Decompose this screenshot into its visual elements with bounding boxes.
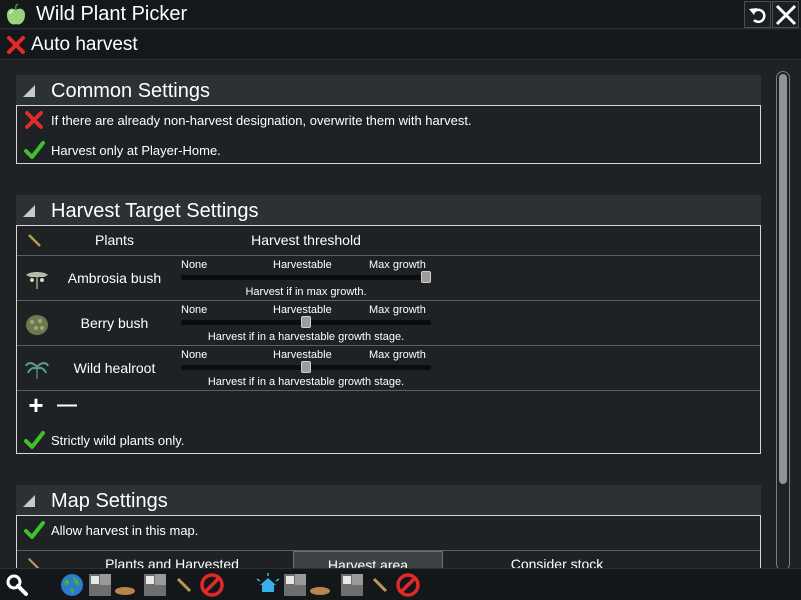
tab-plants-and-harvested[interactable]: Plants and Harvested (57, 556, 287, 568)
harvest-knife-icon[interactable] (368, 573, 392, 597)
threshold-column-header: Harvest threshold (251, 232, 361, 248)
red-x-icon (25, 111, 43, 129)
option-label: Strictly wild plants only. (51, 432, 185, 448)
map-area-icon[interactable] (340, 573, 364, 597)
option-label: Harvest only at Player-Home. (51, 142, 221, 158)
apple-icon (7, 3, 25, 25)
option-label: If there are already non-harvest designa… (51, 112, 472, 128)
slider-thumb[interactable] (421, 271, 431, 283)
common-settings-box: If there are already non-harvest designa… (16, 105, 761, 164)
close-icon (775, 4, 796, 25)
undo-icon (748, 7, 766, 23)
berry-bush-icon (26, 315, 48, 335)
common-settings-header[interactable]: Common Settings (16, 75, 761, 105)
tick-none: None (181, 349, 208, 361)
undo-button[interactable] (744, 1, 771, 28)
plant-row-ambrosia: Ambrosia bush None Harvestable Max growt… (17, 256, 760, 301)
auto-harvest-bar: Auto harvest (0, 30, 801, 60)
harvest-target-header[interactable]: Harvest Target Settings (16, 195, 761, 225)
tick-max-growth: Max growth (369, 259, 426, 271)
harvest-knife-icon (27, 557, 40, 568)
red-x-icon[interactable] (6, 35, 26, 55)
slider-track[interactable] (181, 275, 431, 280)
collapse-triangle-icon (23, 205, 35, 217)
healroot-icon (25, 362, 49, 379)
plant-name: Wild healroot (73, 360, 156, 376)
map-settings-header[interactable]: Map Settings (16, 485, 761, 515)
map-area-icon[interactable] (143, 573, 167, 597)
slider-ticks: None Harvestable Max growth (181, 259, 431, 272)
add-plant-button[interactable]: + (25, 392, 47, 418)
remove-plant-button[interactable]: — (55, 394, 79, 416)
plant-name: Ambrosia bush (67, 270, 162, 286)
tick-none: None (181, 304, 208, 316)
tick-harvestable: Harvestable (273, 304, 332, 316)
green-check-icon (24, 431, 45, 449)
search-icon[interactable] (5, 573, 29, 597)
title-bar: Wild Plant Picker (0, 0, 801, 29)
close-button[interactable] (772, 1, 799, 28)
player-home-only-option[interactable]: Harvest only at Player-Home. (23, 139, 221, 161)
option-label: Allow harvest in this map. (51, 522, 199, 538)
tick-max-growth: Max growth (369, 349, 426, 361)
collapse-triangle-icon (23, 495, 35, 507)
section-title: Map Settings (51, 490, 168, 512)
auto-harvest-label: Auto harvest (31, 34, 138, 55)
ambrosia-bush-icon (26, 272, 48, 289)
map-settings-box: Allow harvest in this map. Plants and Ha… (16, 515, 761, 568)
scrollbar[interactable] (776, 71, 790, 568)
harvest-target-box: Plants Harvest threshold Ambrosia bush N… (16, 225, 761, 454)
threshold-description: Harvest if in a harvestable growth stage… (207, 376, 405, 388)
collapse-triangle-icon (23, 85, 35, 97)
forbid-icon[interactable] (396, 573, 420, 597)
forbid-icon[interactable] (200, 573, 224, 597)
tick-harvestable: Harvestable (273, 259, 332, 271)
tick-max-growth: Max growth (369, 304, 426, 316)
tick-harvestable: Harvestable (273, 349, 332, 361)
slider-thumb[interactable] (301, 316, 311, 328)
tab-consider-stock[interactable]: Consider stock (447, 556, 667, 568)
tick-none: None (181, 259, 208, 271)
harvest-knife-icon[interactable] (172, 573, 196, 597)
bottom-toolbar (0, 568, 801, 600)
bread-icon[interactable] (308, 573, 332, 597)
tab-harvest-area[interactable]: Harvest area (293, 551, 443, 568)
section-title: Harvest Target Settings (51, 200, 259, 222)
map-area-icon[interactable] (283, 573, 307, 597)
map-tabs: Plants and Harvested Harvest area Consid… (17, 551, 760, 568)
threshold-slider[interactable]: None Harvestable Max growth Harvest if i… (181, 301, 431, 346)
plant-row-healroot: Wild healroot None Harvestable Max growt… (17, 346, 760, 391)
green-check-icon (24, 141, 45, 159)
scrollbar-thumb[interactable] (779, 74, 787, 484)
bread-icon[interactable] (113, 573, 137, 597)
threshold-slider[interactable]: None Harvestable Max growth Harvest if i… (181, 346, 431, 391)
settings-panel: Common Settings If there are already non… (0, 61, 801, 568)
globe-icon[interactable] (60, 573, 84, 597)
slider-thumb[interactable] (301, 361, 311, 373)
overwrite-designation-option[interactable]: If there are already non-harvest designa… (23, 109, 472, 131)
section-title: Common Settings (51, 80, 210, 102)
green-check-icon (24, 521, 45, 539)
map-area-icon[interactable] (88, 573, 112, 597)
wild-only-option[interactable]: Strictly wild plants only. (23, 429, 184, 451)
threshold-description: Harvest if in a harvestable growth stage… (207, 331, 405, 343)
threshold-description: Harvest if in max growth. (245, 286, 367, 298)
home-icon[interactable] (256, 573, 280, 597)
window-title: Wild Plant Picker (36, 3, 188, 25)
threshold-slider[interactable]: None Harvestable Max growth Harvest if i… (181, 256, 431, 301)
plants-table-header: Plants Harvest threshold (17, 226, 760, 256)
harvest-knife-icon (28, 234, 41, 247)
allow-harvest-option[interactable]: Allow harvest in this map. (23, 519, 198, 541)
plant-name: Berry bush (80, 315, 149, 331)
plants-column-header: Plants (95, 232, 134, 248)
plant-row-berry: Berry bush None Harvestable Max growth H… (17, 301, 760, 346)
